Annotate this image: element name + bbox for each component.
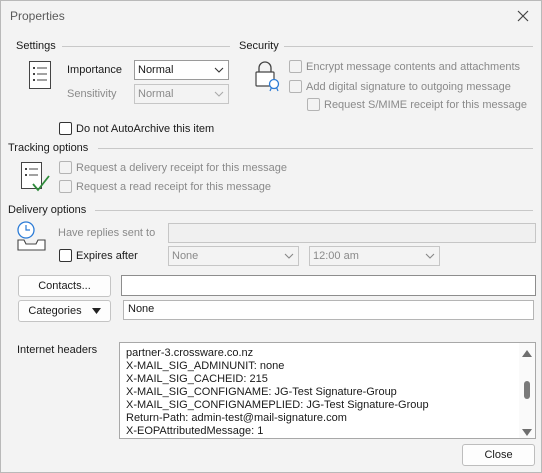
expires-time-value: 12:00 am [313,250,359,262]
header-line: X-MAIL_SIG_CONFIGNAMEPLIED: JG-Test Sign… [126,399,429,411]
header-line: X-MAIL_SIG_ADMINUNIT: none [126,360,285,372]
headers-textarea[interactable]: partner-3.crossware.co.nz X-MAIL_SIG_ADM… [119,342,536,439]
contacts-button[interactable]: Contacts... [18,275,111,297]
close-icon[interactable] [511,5,535,27]
categories-button-label: Categories [28,305,82,317]
checklist-icon [20,161,50,196]
tracking-rule [98,148,533,149]
smime-checkbox[interactable] [307,98,320,111]
sensitivity-value: Normal [138,88,174,100]
importance-label: Importance [67,64,123,76]
settings-rule [62,46,230,47]
replies-label: Have replies sent to [58,227,156,239]
chevron-down-icon [214,65,224,78]
replies-input[interactable] [168,223,536,243]
signature-label: Add digital signature to outgoing messag… [306,81,511,93]
sensitivity-label: Sensitivity [67,88,117,100]
properties-dialog: Properties Settings Importance Normal Se… [0,0,542,473]
categories-button[interactable]: Categories [18,300,111,322]
scroll-thumb[interactable] [524,381,530,399]
header-line: partner-3.crossware.co.nz [126,347,254,359]
settings-heading: Settings [16,40,56,52]
importance-value: Normal [138,64,174,76]
delivery-rule [95,210,533,211]
delivery-receipt-checkbox[interactable] [59,161,72,174]
clock-tray-icon [15,220,49,255]
expires-checkbox[interactable] [59,249,72,262]
header-line: Return-Path: admin-test@mail-signature.c… [126,412,347,424]
read-receipt-label: Request a read receipt for this message [76,181,272,193]
chevron-down-icon [284,251,294,264]
expires-time-select[interactable]: 12:00 am [309,246,440,266]
list-icon [28,60,52,93]
encrypt-checkbox[interactable] [289,60,302,73]
autoarchive-label: Do not AutoArchive this item [76,123,215,135]
window-title: Properties [10,9,65,23]
encrypt-label: Encrypt message contents and attachments [306,61,521,73]
tracking-heading: Tracking options [8,142,89,154]
expires-date-value: None [172,250,199,262]
security-rule [284,46,533,47]
header-line: X-MAIL_SIG_CONFIGNAME: JG-Test Signature… [126,386,397,398]
header-line: X-MAIL_SIG_CACHEID: 215 [126,373,268,385]
scroll-up-icon[interactable] [522,348,532,360]
categories-value: None [123,300,534,320]
read-receipt-checkbox[interactable] [59,180,72,193]
delivery-receipt-label: Request a delivery receipt for this mess… [76,162,287,174]
header-line: X-EOPAttributedMessage: 1 [126,425,264,437]
expires-date-select[interactable]: None [168,246,299,266]
sensitivity-select[interactable]: Normal [134,84,229,104]
contacts-input[interactable] [121,275,536,296]
security-heading: Security [239,40,279,52]
delivery-heading: Delivery options [8,204,87,216]
caret-down-icon [91,305,101,317]
close-button[interactable]: Close [462,444,535,466]
chevron-down-icon [214,89,224,102]
autoarchive-checkbox[interactable] [59,122,72,135]
importance-select[interactable]: Normal [134,60,229,80]
signature-checkbox[interactable] [289,80,302,93]
expires-label: Expires after [76,250,138,262]
chevron-down-icon [425,251,435,264]
scroll-down-icon[interactable] [522,427,532,438]
smime-label: Request S/MIME receipt for this message [324,99,527,111]
headers-scrollbar[interactable] [519,343,535,438]
headers-label: Internet headers [17,344,98,356]
lock-certificate-icon [253,60,281,95]
